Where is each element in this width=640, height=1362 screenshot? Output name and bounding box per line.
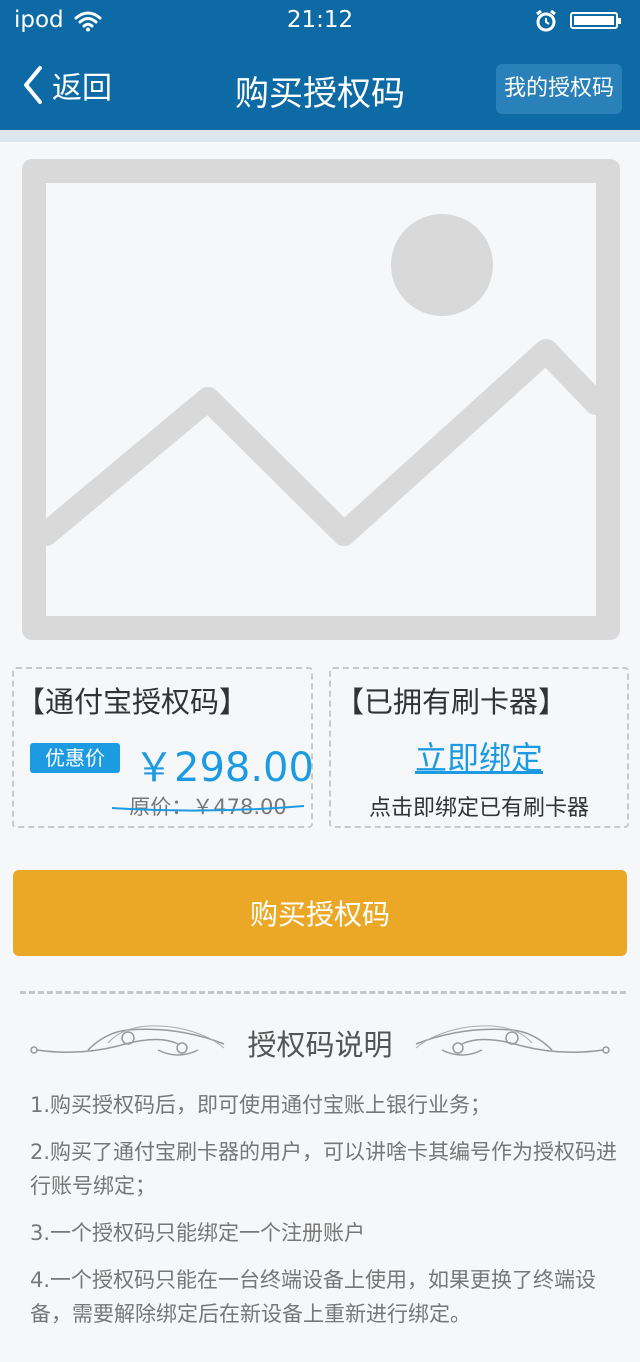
image-placeholder-icon <box>22 159 620 640</box>
bind-now-link[interactable]: 立即绑定 <box>331 733 627 779</box>
status-bar: ipod 21:12 <box>0 0 640 40</box>
bind-reader-card: 【已拥有刷卡器】 立即绑定 点击即绑定已有刷卡器 <box>329 667 629 828</box>
auth-code-card: 【通付宝授权码】 优惠价 ￥298.00 原价：￥478.00 <box>12 667 314 828</box>
buy-auth-code-button[interactable]: 购买授权码 <box>13 870 627 956</box>
discount-badge: 优惠价 <box>30 743 120 773</box>
header-divider <box>0 130 640 142</box>
explanation-item: 3.一个授权码只能绑定一个注册账户 <box>30 1221 366 1245</box>
section-divider <box>20 991 626 994</box>
battery-icon <box>570 12 621 29</box>
back-label: 返回 <box>52 71 112 106</box>
explanation-list: 1.购买授权码后，即可使用通付宝账上银行业务； 2.购买了通付宝刷卡器的用户，可… <box>30 1088 620 1344</box>
explanation-item: 4.一个授权码只能在一台终端设备上使用，如果更换了终端设备，需要解除绑定后在新设… <box>30 1268 597 1326</box>
bind-description: 点击即绑定已有刷卡器 <box>368 796 589 821</box>
explanation-header: 授权码说明 <box>0 1010 640 1070</box>
price-strikethrough <box>111 805 305 812</box>
back-button[interactable]: 返回 <box>18 62 112 108</box>
nav-bar: 返回 购买授权码 我的授权码 <box>0 40 640 130</box>
auth-code-card-title: 【通付宝授权码】 <box>16 685 249 719</box>
explanation-item: 2.购买了通付宝刷卡器的用户，可以讲啥卡其编号作为授权码进行账号绑定； <box>30 1140 618 1198</box>
explanation-item: 1.购买授权码后，即可使用通付宝账上银行业务； <box>30 1093 492 1117</box>
chevron-left-icon <box>24 66 42 104</box>
discount-price: ￥298.00 <box>134 745 314 791</box>
ornament-right-icon <box>415 1025 610 1056</box>
alarm-icon <box>534 9 558 37</box>
bind-reader-card-title: 【已拥有刷卡器】 <box>335 685 568 719</box>
my-codes-button[interactable]: 我的授权码 <box>496 64 622 114</box>
